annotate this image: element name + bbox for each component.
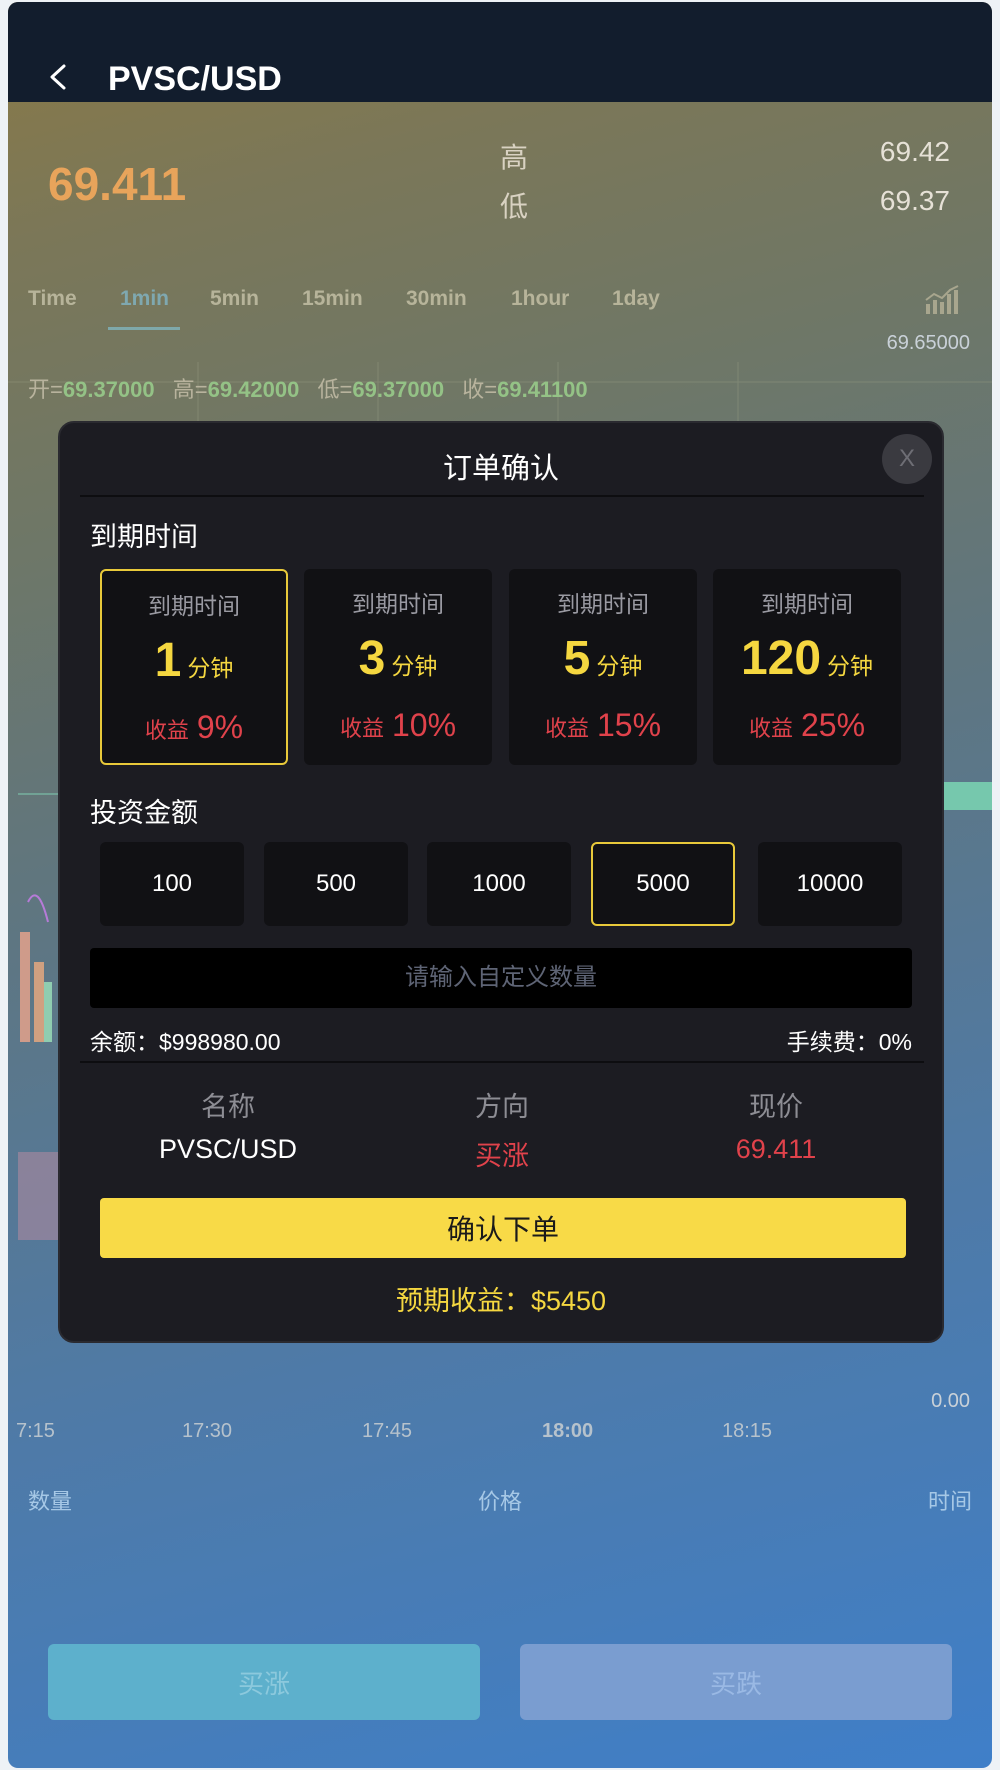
buy-down-button[interactable]: 买跌 xyxy=(520,1644,952,1720)
col-price: 价格 xyxy=(478,1489,523,1514)
low-value: 69.37 xyxy=(879,185,950,216)
yield-value: 25% xyxy=(800,707,866,743)
direction-label: 方向 xyxy=(475,1092,529,1122)
expiry-label: 到期时间 xyxy=(761,591,853,617)
interval-tabs: Time 1min 5min 15min 30min 1hour 1day xyxy=(8,287,992,327)
expiry-unit: 分钟 xyxy=(391,653,438,679)
close-label: 收= xyxy=(462,377,498,402)
trade-screen: PVSC/USD 69.411 高 69.42 低 69.37 Time 1mi… xyxy=(8,2,992,1768)
price-value: 69.411 xyxy=(735,1134,817,1164)
amount-option-10000[interactable]: 10000 xyxy=(758,842,902,926)
expected-profit: 预期收益：$5450 xyxy=(395,1286,607,1316)
axis-volume-zero: 0.00 xyxy=(931,1390,970,1412)
divider xyxy=(80,495,924,497)
fee-text: 手续费：0% xyxy=(786,1029,912,1055)
ohlc-high-label: 高= xyxy=(172,377,208,402)
tab-5min[interactable]: 5min xyxy=(210,287,259,311)
info-name: 名称 PVSC/USD xyxy=(88,1085,368,1165)
current-price: 69.411 xyxy=(48,158,187,210)
dialog-title: 订单确认 xyxy=(442,453,559,485)
expiry-unit: 分钟 xyxy=(187,655,234,681)
expiry-section-label: 到期时间 xyxy=(90,522,198,552)
expiry-unit: 分钟 xyxy=(827,653,874,679)
custom-amount-input[interactable] xyxy=(90,948,912,1008)
top-bar: PVSC/USD xyxy=(8,2,992,102)
tab-30min[interactable]: 30min xyxy=(406,287,467,311)
ohlc-high-value: 69.42000 xyxy=(207,377,300,402)
yield-value: 10% xyxy=(391,707,457,743)
expiry-value: 1 xyxy=(154,634,182,687)
chart-indicator-icon[interactable] xyxy=(924,284,962,316)
divider xyxy=(80,1061,924,1063)
expiry-option-120min[interactable]: 到期时间 120 分钟 收益 25% xyxy=(713,569,901,765)
tab-time[interactable]: Time xyxy=(28,287,77,311)
balance-text: 余额：$998980.00 xyxy=(90,1029,281,1055)
confirm-order-button[interactable]: 确认下单 xyxy=(100,1198,906,1258)
yield-label: 收益 xyxy=(144,718,189,743)
price-label: 现价 xyxy=(749,1092,803,1122)
tab-1day[interactable]: 1day xyxy=(612,287,660,311)
expiry-label: 到期时间 xyxy=(148,593,240,619)
back-arrow-icon[interactable] xyxy=(44,62,74,92)
info-price: 现价 69.411 xyxy=(636,1085,916,1165)
expiry-value: 120 xyxy=(740,632,822,685)
close-button[interactable]: X xyxy=(882,434,932,484)
yield-label: 收益 xyxy=(748,716,793,741)
time-tick: 18:15 xyxy=(722,1420,773,1442)
name-value: PVSC/USD xyxy=(158,1134,298,1164)
expiry-unit: 分钟 xyxy=(596,653,643,679)
close-value: 69.41100 xyxy=(497,377,588,402)
expiry-value: 5 xyxy=(563,632,591,685)
col-time: 时间 xyxy=(927,1489,972,1514)
high-value: 69.42 xyxy=(879,136,950,167)
amount-option-100[interactable]: 100 xyxy=(100,842,244,926)
amount-option-5000[interactable]: 5000 xyxy=(591,842,735,926)
ohlc-low-label: 低= xyxy=(317,377,353,402)
tab-1hour[interactable]: 1hour xyxy=(511,287,569,311)
expiry-option-1min[interactable]: 到期时间 1 分钟 收益 9% xyxy=(100,569,288,765)
active-tab-indicator xyxy=(108,327,180,330)
amount-option-1000[interactable]: 1000 xyxy=(427,842,571,926)
ohlc-low-value: 69.37000 xyxy=(352,377,445,402)
info-direction: 方向 买涨 xyxy=(362,1085,642,1173)
expiry-option-3min[interactable]: 到期时间 3 分钟 收益 10% xyxy=(304,569,492,765)
expiry-value: 3 xyxy=(358,632,386,685)
high-label: 高 xyxy=(500,142,529,173)
low-label: 低 xyxy=(500,191,529,222)
yield-label: 收益 xyxy=(339,716,384,741)
name-label: 名称 xyxy=(201,1092,255,1122)
expiry-option-5min[interactable]: 到期时间 5 分钟 收益 15% xyxy=(509,569,697,765)
yield-value: 9% xyxy=(196,709,244,745)
order-confirm-dialog: 订单确认 X 到期时间 到期时间 1 分钟 收益 9% 到期时间 3 分钟 收益 10%… xyxy=(58,421,944,1343)
direction-value: 买涨 xyxy=(475,1141,529,1171)
axis-top-price: 69.65000 xyxy=(886,332,970,354)
time-tick: 18:00 xyxy=(542,1420,594,1442)
yield-value: 15% xyxy=(596,707,662,743)
time-tick: 17:30 xyxy=(182,1420,233,1442)
time-tick: 17:45 xyxy=(362,1420,413,1442)
ohlc-readout: 开=69.37000 高=69.42000 低=69.37000 收=69.41… xyxy=(28,372,600,404)
open-label: 开= xyxy=(28,377,63,402)
amount-option-500[interactable]: 500 xyxy=(264,842,408,926)
col-quantity: 数量 xyxy=(28,1489,73,1514)
tab-15min[interactable]: 15min xyxy=(302,287,363,311)
time-tick: 7:15 xyxy=(16,1420,55,1442)
yield-label: 收益 xyxy=(544,716,589,741)
tab-1min[interactable]: 1min xyxy=(120,287,169,311)
buy-up-button[interactable]: 买涨 xyxy=(48,1644,480,1720)
page-title: PVSC/USD xyxy=(108,60,282,98)
open-value: 69.37000 xyxy=(62,377,155,402)
expiry-label: 到期时间 xyxy=(557,591,649,617)
amount-section-label: 投资金额 xyxy=(90,798,198,828)
expiry-label: 到期时间 xyxy=(352,591,444,617)
